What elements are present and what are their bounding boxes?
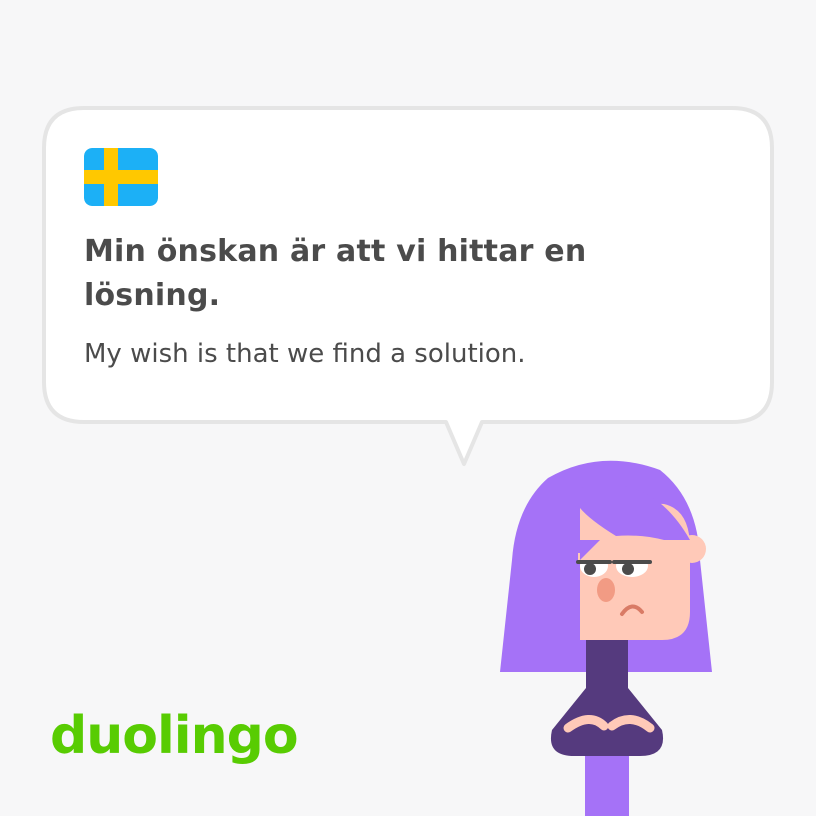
share-card: Min önskan är att vi hittar en lösning. … [0, 0, 816, 816]
lily-character-icon [500, 460, 712, 816]
